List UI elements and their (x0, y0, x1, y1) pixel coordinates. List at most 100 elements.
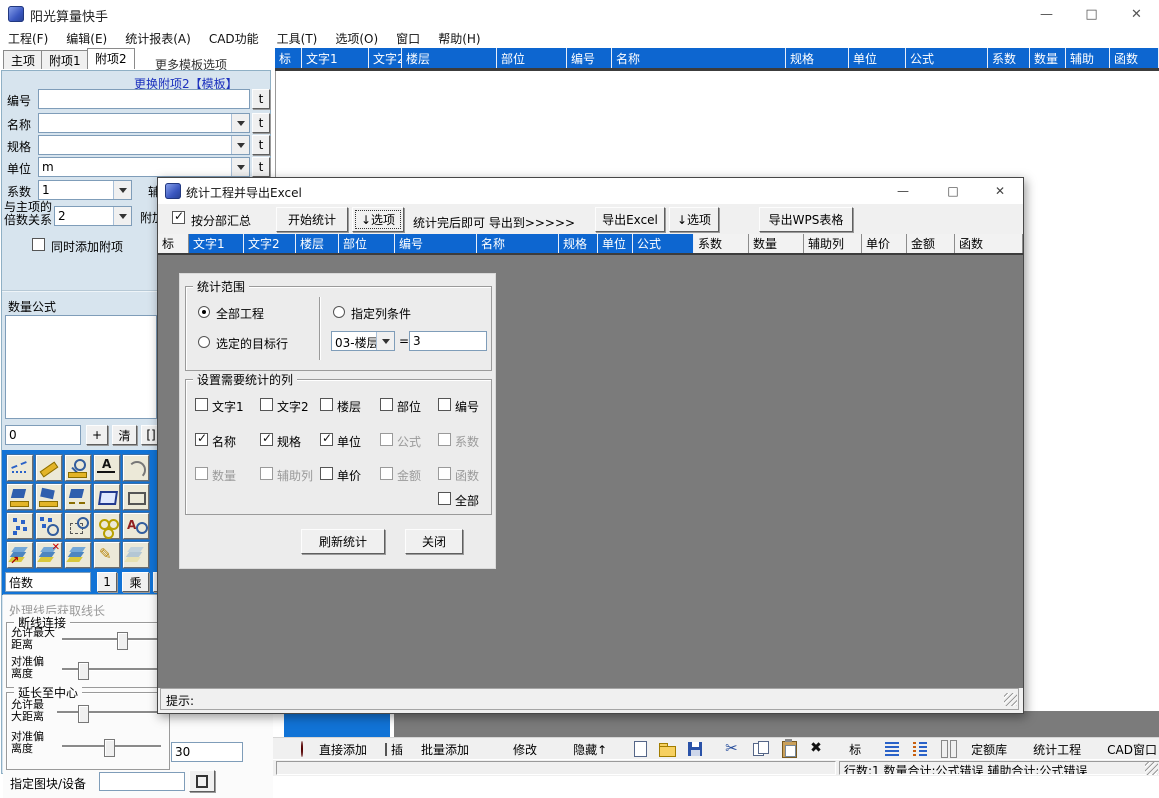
max-distance-slider[interactable] (62, 638, 160, 641)
list-view-icon[interactable] (881, 739, 905, 759)
name-t-button[interactable]: t (252, 113, 270, 133)
insert-checkbox[interactable] (385, 743, 387, 756)
column-header[interactable]: 单位 (598, 234, 633, 253)
factor-combo[interactable]: 1 (38, 180, 132, 200)
column-header[interactable]: 单价 (862, 234, 907, 253)
column-header[interactable]: 文字2 (369, 48, 402, 68)
column-header[interactable]: 文字1 (189, 234, 244, 253)
name-combo[interactable] (38, 113, 250, 133)
menu-item-help[interactable]: 帮助(H) (438, 30, 480, 47)
acc-plus-button[interactable]: + (86, 425, 108, 445)
mark-button[interactable]: 标 (841, 740, 869, 759)
maximize-icon[interactable]: □ (1069, 0, 1114, 28)
text-width-icon[interactable]: A (94, 455, 120, 481)
cad-window-button[interactable]: CAD窗口 (1099, 740, 1159, 759)
start-stat-button[interactable]: 开始统计 (276, 207, 348, 232)
column-header[interactable]: 规格 (559, 234, 598, 253)
column-header[interactable]: 文字2 (244, 234, 296, 253)
code-input[interactable] (38, 89, 250, 109)
minimize-icon[interactable]: — (1024, 0, 1069, 28)
column-header[interactable]: 标 (158, 234, 189, 253)
unit-t-button[interactable]: t (252, 157, 270, 177)
copy-icon[interactable] (749, 739, 773, 759)
column-header[interactable]: 编号 (567, 48, 612, 68)
resize-grip-icon[interactable] (1145, 762, 1158, 775)
area-measure-icon[interactable] (7, 484, 33, 510)
column-header[interactable]: 函数 (1110, 48, 1159, 68)
menu-item-window[interactable]: 窗口 (396, 30, 420, 47)
zoom-select-icon[interactable] (65, 513, 91, 539)
block-pick-button[interactable] (189, 770, 215, 792)
paste-icon[interactable] (777, 739, 801, 759)
condition-column-combo[interactable]: 03-楼层 (331, 331, 395, 351)
zoom-points-icon[interactable] (36, 513, 62, 539)
resize-grip-icon[interactable] (1004, 693, 1017, 706)
minimize-icon[interactable]: — (883, 178, 923, 204)
layers-delete-icon[interactable]: ✕ (36, 542, 62, 568)
column-header[interactable]: 名称 (612, 48, 786, 68)
condition-value-input[interactable] (409, 331, 487, 351)
tab-attach2[interactable]: 附项2 (87, 48, 135, 69)
multiple-relation-combo[interactable]: 2 (54, 206, 132, 226)
quota-library-button[interactable]: 定额库 (963, 740, 1015, 759)
menu-item-cad[interactable]: CAD功能 (209, 30, 259, 47)
layers-faded-icon[interactable] (123, 542, 149, 568)
column-header[interactable]: 楼层 (402, 48, 497, 68)
column-header[interactable]: 系数 (988, 48, 1030, 68)
unit-combo[interactable]: m (38, 157, 250, 177)
dim-polyline-icon[interactable] (7, 455, 33, 481)
radio-column-condition[interactable] (333, 306, 345, 318)
column-header[interactable]: 函数 (955, 234, 1023, 253)
slider-thumb[interactable] (78, 662, 89, 680)
chevron-down-icon[interactable] (231, 136, 249, 154)
new-file-icon[interactable] (627, 739, 651, 759)
columns-view-icon[interactable] (937, 739, 961, 759)
multiplier-one-button[interactable]: 1 (97, 572, 117, 592)
close-dialog-button[interactable]: 关闭 (405, 529, 463, 554)
record-dot-icon[interactable] (301, 741, 303, 757)
spec-combo[interactable] (38, 135, 250, 155)
summary-checkbox[interactable] (172, 211, 185, 224)
code-t-button[interactable]: t (252, 89, 270, 109)
radio-selected-rows[interactable] (198, 336, 210, 348)
menu-item-reports[interactable]: 统计报表(A) (125, 30, 191, 47)
column-header[interactable]: 辅助 (1066, 48, 1110, 68)
tab-main[interactable]: 主项 (3, 50, 43, 69)
add-sub-checkbox[interactable] (32, 238, 45, 251)
pencil-icon[interactable]: ✎ (94, 542, 120, 568)
column-header[interactable]: 规格 (786, 48, 849, 68)
column-header[interactable]: 部位 (339, 234, 395, 253)
measure-zoom-icon[interactable] (65, 455, 91, 481)
save-icon[interactable] (683, 739, 707, 759)
refresh-stat-button[interactable]: 刷新统计 (301, 529, 385, 554)
close-icon[interactable]: ✕ (980, 178, 1020, 204)
chevron-down-icon[interactable] (113, 207, 131, 225)
area-dim-icon[interactable] (65, 484, 91, 510)
max-distance-slider[interactable] (57, 711, 161, 714)
list-view-2-icon[interactable] (909, 739, 933, 759)
multiply-button[interactable]: 乘 (122, 572, 149, 592)
column-header[interactable]: 文字1 (302, 48, 369, 68)
radio-all-projects[interactable] (198, 306, 210, 318)
region-box-icon[interactable] (94, 484, 120, 510)
formula-textarea[interactable] (5, 315, 157, 419)
count-points-icon[interactable] (7, 513, 33, 539)
close-icon[interactable]: ✕ (1114, 0, 1159, 28)
acc-value-input[interactable] (5, 425, 81, 445)
direct-add-button[interactable]: 直接添加 (311, 740, 375, 759)
multiplier-input[interactable] (5, 572, 91, 592)
layers-icon[interactable] (65, 542, 91, 568)
options-button-2[interactable]: ↓选项 (669, 207, 719, 232)
align-offset-slider[interactable] (62, 668, 160, 671)
spec-t-button[interactable]: t (252, 135, 270, 155)
ruler-icon[interactable] (36, 455, 62, 481)
dialog-titlebar[interactable]: 统计工程并导出Excel — □ ✕ (158, 178, 1023, 204)
layers-extract-icon[interactable]: ↗ (7, 542, 33, 568)
column-header[interactable]: 部位 (497, 48, 567, 68)
tab-attach1[interactable]: 附项1 (41, 50, 89, 69)
column-header[interactable]: 标 (275, 48, 302, 68)
column-header[interactable]: 编号 (395, 234, 477, 253)
column-header[interactable]: 单位 (849, 48, 906, 68)
column-header[interactable]: 公式 (906, 48, 988, 68)
area-measure-2-icon[interactable] (36, 484, 62, 510)
